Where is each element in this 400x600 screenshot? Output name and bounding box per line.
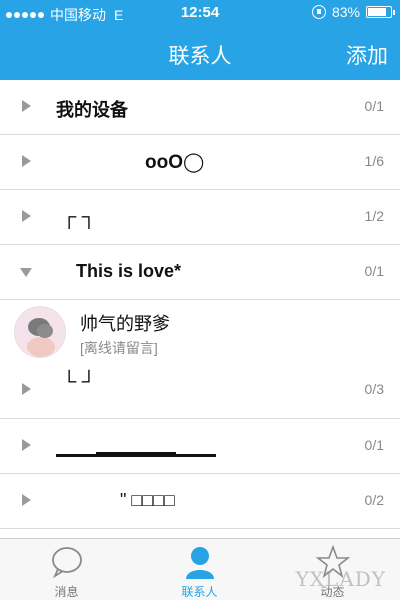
collapsed-arrow-icon: [22, 439, 31, 451]
watermark: YXLADY: [295, 567, 386, 591]
group-count: 0/1: [364, 263, 384, 279]
collapsed-arrow-icon: [22, 155, 31, 167]
group-row[interactable]: ┌ ┐ 1/2: [0, 190, 400, 245]
group-row[interactable]: ooO◯ 1/6: [0, 135, 400, 190]
group-count: 1/2: [364, 208, 384, 224]
status-right: 83%: [311, 4, 395, 20]
collapsed-arrow-icon: [22, 494, 31, 506]
battery-icon: [366, 6, 395, 18]
page-title: 联系人: [168, 45, 232, 68]
group-row[interactable]: 0/1: [0, 419, 400, 474]
avatar[interactable]: [14, 306, 66, 358]
group-count: 0/1: [364, 98, 384, 114]
contact-status: [离线请留言]: [80, 340, 158, 356]
group-name: ┌ ┐: [62, 206, 96, 228]
group-name-line: [56, 444, 216, 465]
group-row[interactable]: 我的设备 0/1: [0, 80, 400, 135]
expanded-arrow-icon: [20, 268, 32, 277]
rotation-lock-icon: [311, 5, 326, 19]
add-button[interactable]: 添加: [346, 40, 388, 70]
group-count: 1/6: [364, 153, 384, 169]
collapsed-arrow-icon: [22, 100, 31, 112]
collapsed-arrow-icon: [22, 210, 31, 222]
tab-label: 消息: [54, 585, 79, 599]
contact-list[interactable]: 我的设备 0/1 ooO◯ 1/6 ┌ ┐ 1/2 This is love* …: [0, 80, 400, 538]
contact-row[interactable]: 帅气的野爹 [离线请留言]: [0, 300, 400, 363]
group-name: └ ┘: [62, 371, 96, 393]
tab-bar: 消息 联系人 动态 YXLADY: [0, 538, 400, 600]
nav-bar: 联系人 添加: [0, 28, 400, 80]
tab-messages[interactable]: 消息: [0, 539, 133, 600]
avatar-image: [15, 307, 65, 357]
group-name: This is love*: [76, 261, 182, 281]
group-name: 我的设备: [56, 100, 128, 120]
group-name: ooO◯: [145, 152, 205, 173]
group-count: 0/3: [364, 381, 384, 397]
group-name: " □□□□: [120, 490, 175, 510]
group-count: 0/1: [364, 437, 384, 453]
battery-percent: 83%: [331, 4, 360, 20]
group-row-expanded[interactable]: This is love* 0/1: [0, 245, 400, 300]
contact-name: 帅气的野爹: [80, 314, 170, 334]
group-count: 0/2: [364, 492, 384, 508]
group-row[interactable]: └ ┘ 0/3: [0, 363, 400, 419]
status-bar: 中国移动 E 12:54 83%: [0, 0, 400, 28]
tab-contacts[interactable]: 联系人: [133, 539, 266, 600]
tab-label: 联系人: [181, 585, 218, 599]
chat-bubble-icon: [50, 545, 84, 584]
line-divider-graphic: [56, 451, 216, 457]
collapsed-arrow-icon: [22, 383, 31, 395]
person-icon: [183, 545, 217, 584]
group-row[interactable]: " □□□□ 0/2: [0, 474, 400, 529]
